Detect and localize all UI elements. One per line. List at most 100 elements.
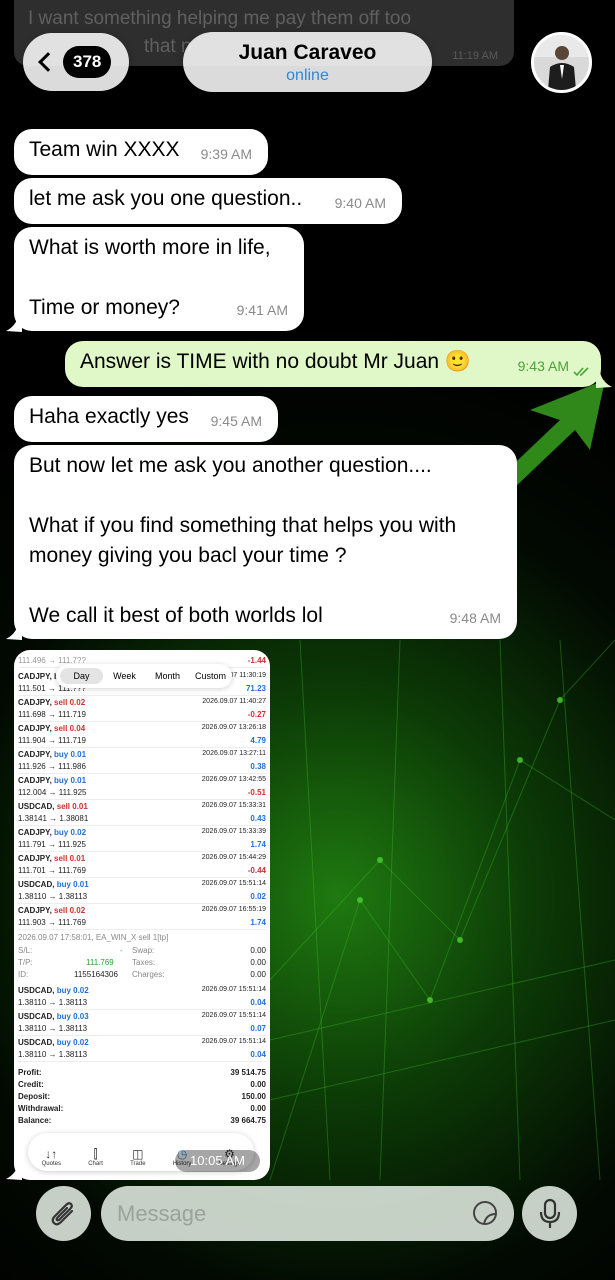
segment-day[interactable]: Day [60,668,103,684]
trade-symbol: CADJPY, [18,854,52,863]
microphone-icon [539,1198,560,1228]
trade-detail-header: 2026.09.07 17:58:01, EA_WIN_X sell 1[tp] [18,933,169,942]
segment-custom[interactable]: Custom [189,671,232,681]
trade-row: USDCAD, buy 0.02 1.38110 → 1.38113 2026.09… [18,984,266,1010]
summary-row: Deposit: 150.00 [18,1092,266,1101]
id-value: 1155164306 [74,970,118,979]
taxes-value: 0.00 [250,958,266,967]
trade-prices: 111.698 → 111.719 [18,710,86,719]
summary-row: Profit: 39 514.75 [18,1068,266,1077]
trade-profit: -1.44 [247,656,266,665]
trade-profit: 0.02 [250,892,266,901]
summary-label: Credit: [18,1080,44,1089]
id-label: ID: [18,970,29,979]
trade-side: buy 0.02 [56,986,89,995]
avatar[interactable] [531,32,592,93]
summary-label: Deposit: [18,1092,50,1101]
message-time: 9:40 AM [334,195,386,211]
message-bubble-incoming[interactable]: let me ask you one question.. 9:40 AM [14,178,402,224]
trade-symbol: USDCAD, [18,802,55,811]
trade-row: USDCAD, buy 0.01 1.38110 → 1.38113 2026.09… [18,878,266,904]
trade-timestamp: 2026.09.07 15:51:14 [201,880,266,887]
tab-quotes: ↓↑ Quotes [42,1147,61,1167]
trade-timestamp: 2026.09.07 15:51:14 [201,1038,266,1045]
trade-timestamp: 2026.09.07 15:44:29 [201,854,266,861]
unread-count-badge: 378 [63,46,112,78]
trade-symbol: CADJPY, [18,776,52,785]
attachment-time: 10:05 AM [175,1150,260,1172]
message-text: Answer is TIME with no doubt Mr Juan 🙂 [80,350,472,373]
summary-row: Credit: 0.00 [18,1080,266,1089]
sl-label: S/L: [18,946,33,955]
back-button[interactable]: 378 [23,33,129,91]
trade-pair: CADJPY, buy 0.01 [18,750,86,759]
trade-row: CADJPY, sell 0.01 111.701 → 111.769 2026.0… [18,852,266,878]
trade-profit: 0.07 [250,1024,266,1033]
trade-pair: CADJPY, buy 0.02 [18,828,86,837]
trade-profit: 0.04 [250,1050,266,1059]
trade-symbol: CADJPY, [18,828,52,837]
message-time: 9:39 AM [200,146,252,162]
paperclip-icon [51,1201,73,1225]
tab-label: Quotes [41,1161,61,1167]
sticker-icon[interactable] [470,1198,500,1228]
trade-timestamp: 2026.09.07 11:40:27 [202,698,266,705]
trade-timestamp: 2026.09.07 13:27:11 [202,750,266,757]
segment-month[interactable]: Month [146,671,189,681]
trade-icon: ◫ [132,1147,144,1161]
image-attachment-trade-history[interactable]: 111.496 → 111.7?? -1.44 CADJPY, bu 111.5… [14,650,270,1180]
trade-prices: 1.38110 → 1.38113 [18,892,88,901]
trade-pair: USDCAD, sell 0.01 [18,802,88,811]
contact-name: Juan Caraveo [238,41,377,64]
trade-pair: USDCAD, buy 0.01 [18,880,89,889]
trade-side: buy 0.01 [54,776,87,785]
trade-profit: -0.51 [247,788,266,797]
segment-week[interactable]: Week [103,671,146,681]
message-text: But now let me ask you another question.… [29,454,457,627]
message-bubble-incoming[interactable]: Team win XXXX 9:39 AM [14,129,268,175]
period-segmented-control[interactable]: Day Week Month Custom [56,664,232,688]
trade-prices: 111.904 → 111.719 [18,736,86,745]
voice-record-button[interactable] [522,1186,577,1241]
trade-side: sell 0.01 [54,854,86,863]
message-time: 9:41 AM [236,302,288,318]
message-bubble-incoming[interactable]: What is worth more in life, Time or mone… [14,227,304,331]
message-bubble-incoming[interactable]: Haha exactly yes 9:45 AM [14,396,278,442]
trade-row: CADJPY, buy 0.01 111.926 → 111.986 2026.09… [18,748,266,774]
trade-symbol: CADJPY, [18,750,52,759]
attach-button[interactable] [36,1186,91,1241]
trade-symbol: USDCAD, [18,1012,55,1021]
sl-value: - [120,946,123,955]
trade-profit: -0.44 [247,866,266,875]
trade-timestamp: 2026.09.07 15:51:14 [201,986,266,993]
message-bubble-incoming[interactable]: But now let me ask you another question.… [14,445,517,639]
message-bubble-outgoing[interactable]: Answer is TIME with no doubt Mr Juan 🙂 9… [65,341,601,387]
trade-pair: CADJPY, sell 0.01 [18,854,85,863]
summary-value: 39 664.75 [230,1116,266,1125]
message-input[interactable]: Message [101,1186,514,1241]
summary-row: Withdrawal: 0.00 [18,1104,266,1113]
trade-side: sell 0.02 [54,698,86,707]
trade-prices: 111.791 → 111.925 [18,840,86,849]
trade-prices: 1.38110 → 1.38113 [18,998,88,1007]
bubble-tail [596,372,612,388]
trade-symbol: USDCAD, [18,1038,55,1047]
quotes-icon: ↓↑ [45,1147,58,1161]
taxes-label: Taxes: [132,958,156,967]
trade-pair: USDCAD, buy 0.03 [18,1012,89,1021]
trade-row: CADJPY, sell 0.02 111.698 → 111.719 2026.0… [18,696,266,722]
swap-value: 0.00 [250,946,266,955]
tab-label: Chart [88,1161,103,1167]
trade-prices: 1.38110 → 1.38113 [18,1050,88,1059]
summary-label: Withdrawal: [18,1104,64,1113]
trade-timestamp: 2026.09.07 13:42:55 [201,776,266,783]
bubble-tail [6,316,22,332]
trade-side: buy 0.02 [54,828,87,837]
trade-pair: CADJPY, sell 0.02 [18,698,85,707]
message-text: let me ask you one question.. [29,187,303,210]
avatar-person-icon [534,35,589,90]
summary-value: 39 514.75 [230,1068,266,1077]
contact-title[interactable]: Juan Caraveo online [183,32,432,92]
summary-label: Balance: [18,1116,52,1125]
trade-timestamp: 2026.09.07 15:33:31 [201,802,266,809]
